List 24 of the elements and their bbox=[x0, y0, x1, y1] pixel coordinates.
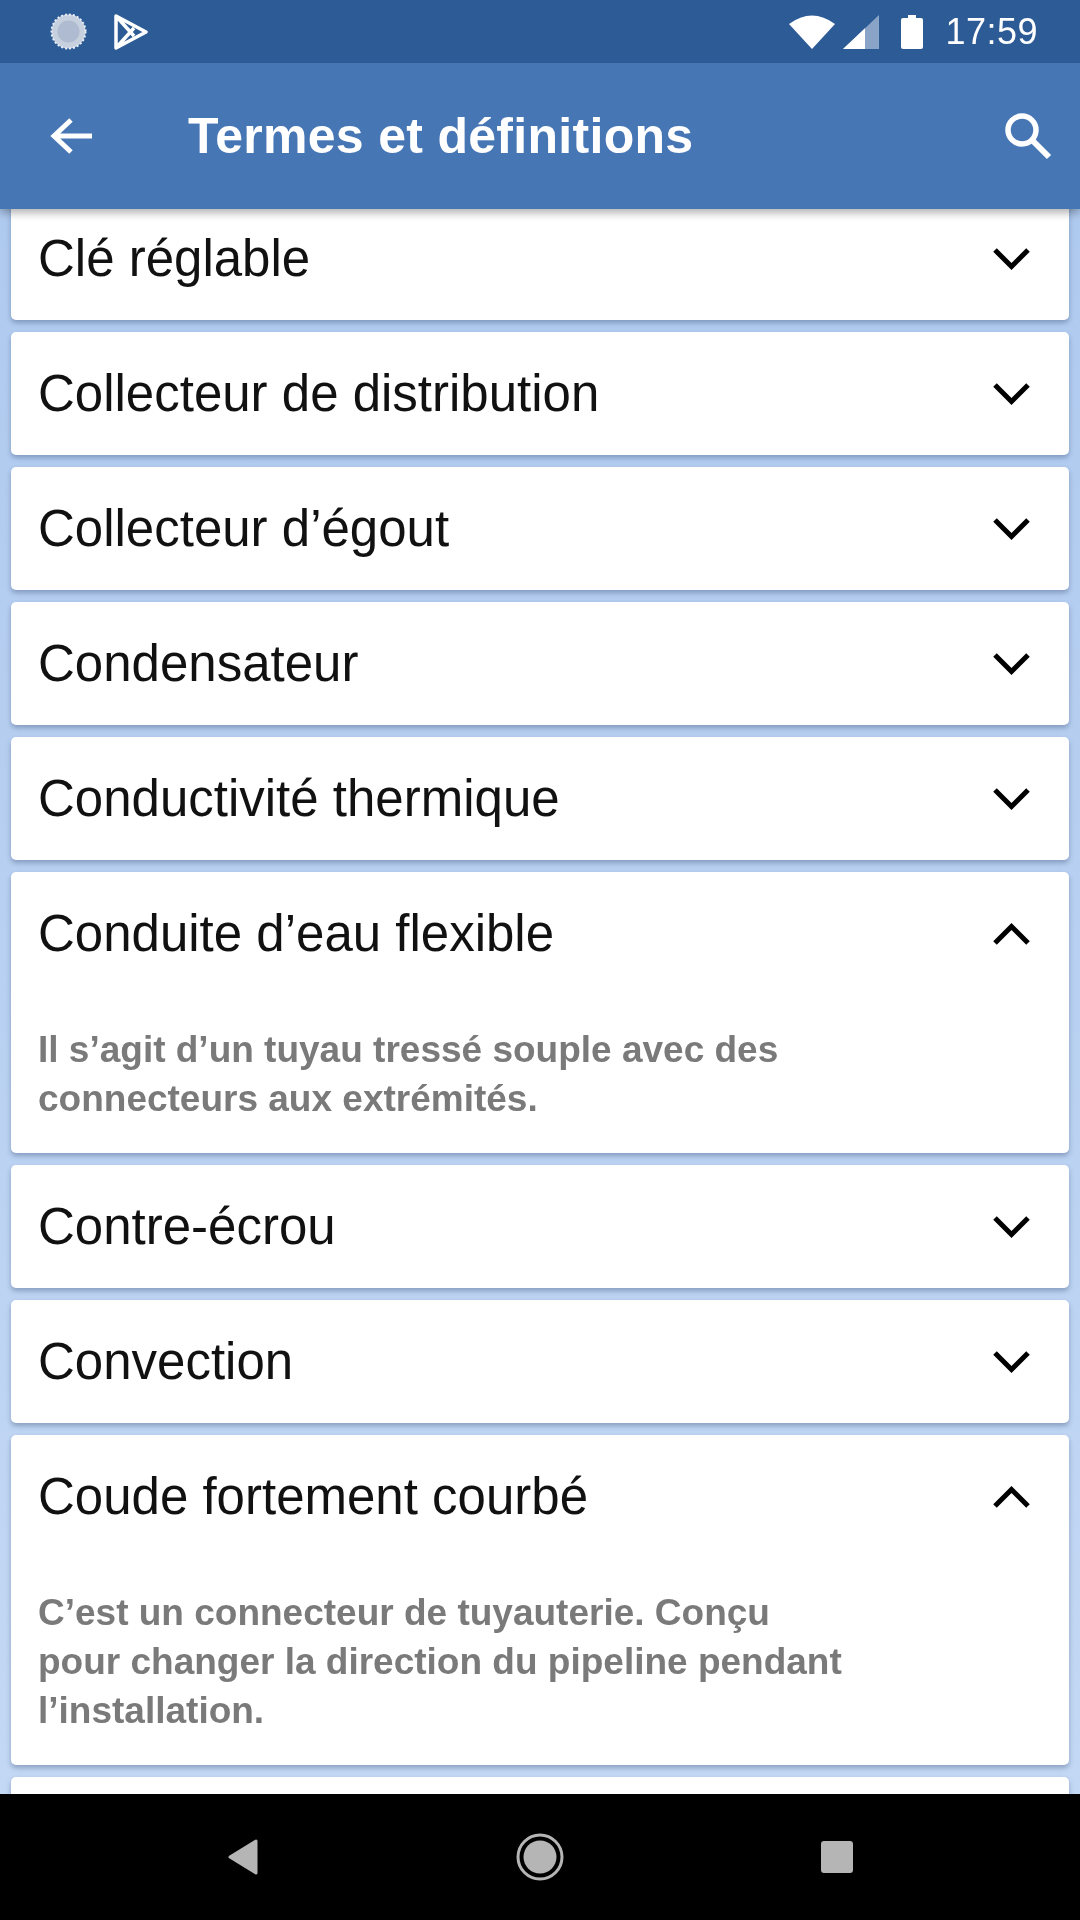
term-header[interactable]: Conduite d’eau flexible bbox=[11, 872, 1069, 995]
nav-back-icon[interactable] bbox=[228, 1839, 258, 1875]
search-button[interactable] bbox=[1004, 112, 1052, 160]
nav-home-icon[interactable] bbox=[516, 1833, 564, 1881]
wifi-icon bbox=[789, 14, 836, 49]
term-header[interactable]: Contre-écrou bbox=[11, 1165, 1069, 1288]
term-definition: Il s’agit d’un tuyau tressé souple avec des connecteurs aux extrémités. bbox=[37, 1028, 780, 1121]
term-header[interactable]: Condensateur bbox=[11, 602, 1069, 725]
term-header[interactable]: Collecteur d’égout bbox=[11, 467, 1069, 590]
term-header[interactable]: Collecteur de distribution bbox=[11, 332, 1069, 455]
term-header[interactable]: Coude fortement courbé bbox=[11, 1435, 1069, 1558]
term-definition: C’est un connecteur de tuyauterie. Conçu pour changer la direction du pipeline pendant l’installation. bbox=[37, 1591, 843, 1733]
screen-title: Termes et définitions bbox=[188, 107, 695, 165]
term-header[interactable]: Convection bbox=[11, 1300, 1069, 1423]
term-header[interactable]: Conductivité thermique bbox=[11, 737, 1069, 860]
play-triangle-icon bbox=[114, 13, 148, 50]
battery-icon bbox=[901, 14, 924, 49]
signal-icon bbox=[843, 14, 880, 49]
back-arrow-icon bbox=[50, 117, 94, 155]
term-header[interactable]: Clé réglable bbox=[11, 209, 1069, 320]
back-button[interactable] bbox=[50, 117, 94, 155]
dotted-circle-icon bbox=[50, 13, 87, 50]
status-time: 17:59 bbox=[945, 10, 1038, 53]
search-icon bbox=[1004, 112, 1052, 160]
